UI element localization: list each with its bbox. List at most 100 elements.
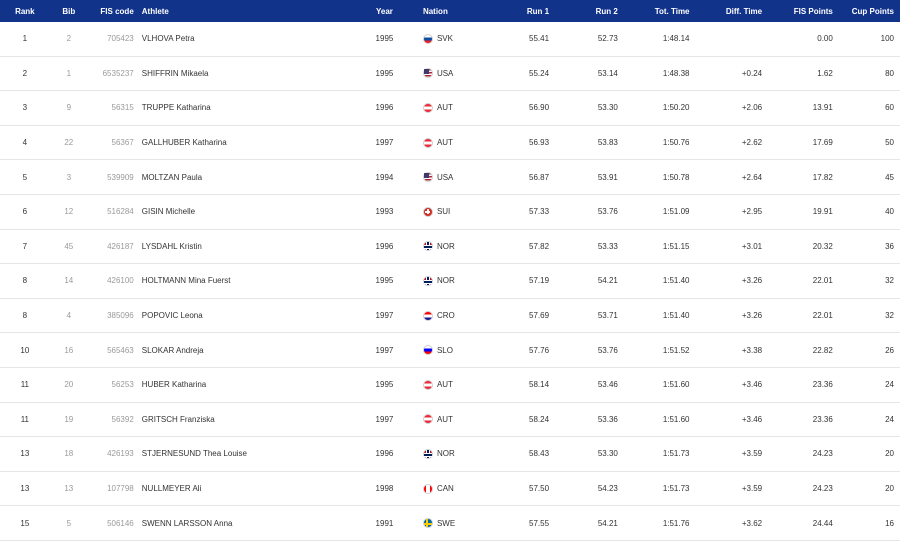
athlete-name[interactable]: MOLTZAN Paula — [138, 173, 352, 182]
table-row[interactable]: 8 4 385096 POPOVIC Leona 1997 CRO 57.69 53.71 1:… — [0, 299, 900, 334]
tot-time-cell: 1:50.76 — [662, 138, 690, 148]
table-row[interactable]: 3 9 56315 TRUPPE Katharina 1996 AUT 56.90 53.30… — [0, 91, 900, 126]
fis-code-cell: 426187 — [107, 241, 134, 251]
flag-swe-icon — [422, 518, 433, 529]
athlete-name[interactable]: STJERNESUND Thea Louise — [138, 449, 352, 458]
table-row[interactable]: 8 14 426100 HOLTMANN Mina Fuerst 1995 NOR 57.1… — [0, 264, 900, 299]
tot-time-cell: 1:51.52 — [662, 345, 690, 355]
athlete-name[interactable]: TRUPPE Katharina — [138, 103, 352, 112]
tot-time-cell: 1:51.09 — [662, 207, 690, 217]
bib-cell: 3 — [66, 172, 72, 182]
tot-time-cell: 1:48.14 — [662, 34, 690, 44]
athlete-name[interactable]: HOLTMANN Mina Fuerst — [138, 276, 352, 285]
athlete-name[interactable]: GRITSCH Franziska — [138, 415, 352, 424]
tot-time-cell: 1:51.73 — [662, 484, 690, 494]
nation-code: NOR — [436, 276, 455, 286]
run1-cell: 58.24 — [529, 414, 550, 424]
bib-cell: 45 — [64, 241, 74, 251]
run1-cell: 56.90 — [529, 103, 550, 113]
cup-points-cell: 45 — [885, 172, 894, 182]
table-row[interactable]: 13 18 426193 STJERNESUND Thea Louise 1996 NOR… — [0, 437, 900, 472]
header-cup-points[interactable]: Cup Points — [833, 7, 900, 16]
rank-cell: 1 — [22, 34, 28, 44]
run1-cell: 56.87 — [529, 172, 550, 182]
bib-cell: 18 — [64, 449, 74, 459]
athlete-name[interactable]: VLHOVA Petra — [138, 34, 352, 43]
bib-cell: 20 — [64, 380, 74, 390]
nation-cell: SVK — [417, 33, 486, 44]
rank-cell: 7 — [22, 241, 28, 251]
nation-code: SLO — [436, 345, 453, 355]
fis-points-cell: 17.69 — [812, 138, 833, 148]
run1-cell: 55.41 — [529, 34, 550, 44]
header-fis-points[interactable]: FIS Points — [762, 7, 833, 16]
cup-points-cell: 26 — [885, 345, 894, 355]
table-row[interactable]: 6 12 516284 GISIN Michelle 1993 SUI 57.33 53.76… — [0, 195, 900, 230]
athlete-name[interactable]: SWENN LARSSON Anna — [138, 519, 352, 528]
tot-time-cell: 1:51.60 — [662, 414, 690, 424]
table-row[interactable]: 11 19 56392 GRITSCH Franziska 1997 AUT 58.24 53… — [0, 403, 900, 438]
nation-cell: AUT — [417, 102, 486, 113]
table-row[interactable]: 11 20 56253 HUBER Katharina 1995 AUT 58.14 53.4… — [0, 368, 900, 403]
fis-points-cell: 23.36 — [812, 380, 833, 390]
run1-cell: 58.43 — [529, 449, 550, 459]
nation-code: SWE — [436, 518, 456, 528]
header-rank[interactable]: Rank — [0, 7, 50, 16]
nation-code: NOR — [436, 449, 455, 459]
diff-time-cell: +3.59 — [741, 449, 763, 459]
header-run2[interactable]: Run 2 — [549, 7, 618, 16]
run2-cell: 53.76 — [597, 207, 618, 217]
flag-slo-icon — [422, 345, 433, 356]
header-bib[interactable]: Bib — [50, 7, 88, 16]
athlete-name[interactable]: SLOKAR Andreja — [138, 346, 352, 355]
table-row[interactable]: 4 22 56367 GALLHUBER Katharina 1997 AUT 56.93 5… — [0, 126, 900, 161]
year-cell: 1993 — [375, 207, 394, 217]
header-nation[interactable]: Nation — [417, 7, 486, 16]
flag-aut-icon — [422, 414, 433, 425]
athlete-name[interactable]: SHIFFRIN Mikaela — [138, 69, 352, 78]
fis-code-cell: 56367 — [111, 138, 134, 148]
athlete-name[interactable]: POPOVIC Leona — [138, 311, 352, 320]
run2-cell: 53.83 — [597, 138, 618, 148]
nation-cell: NOR — [417, 241, 486, 252]
athlete-name[interactable]: GISIN Michelle — [138, 207, 352, 216]
header-tot-time[interactable]: Tot. Time — [618, 7, 690, 16]
run2-cell: 53.14 — [597, 68, 618, 78]
header-athlete[interactable]: Athlete — [138, 7, 352, 16]
flag-sui-icon — [422, 206, 433, 217]
year-cell: 1996 — [375, 449, 394, 459]
table-row[interactable]: 10 16 565463 SLOKAR Andreja 1997 SLO 57.76 53.7… — [0, 333, 900, 368]
table-row[interactable]: 5 3 539909 MOLTZAN Paula 1994 USA 56.87 53.91 1:… — [0, 160, 900, 195]
run1-cell: 57.55 — [529, 518, 550, 528]
tot-time-cell: 1:51.40 — [662, 276, 690, 286]
nation-code: USA — [436, 68, 454, 78]
year-cell: 1995 — [375, 276, 394, 286]
table-row[interactable]: 7 45 426187 LYSDAHL Kristin 1996 NOR 57.82 53.3… — [0, 230, 900, 265]
year-cell: 1997 — [375, 414, 394, 424]
fis-points-cell: 0.00 — [817, 34, 833, 44]
athlete-name[interactable]: HUBER Katharina — [138, 380, 352, 389]
nation-code: SVK — [436, 34, 453, 44]
rank-cell: 8 — [22, 311, 28, 321]
cup-points-cell: 50 — [885, 138, 894, 148]
bib-cell: 5 — [66, 518, 72, 528]
cup-points-cell: 36 — [885, 241, 894, 251]
header-fis-code[interactable]: FIS code — [88, 7, 138, 16]
fis-code-cell: 56253 — [111, 380, 134, 390]
athlete-name[interactable]: GALLHUBER Katharina — [138, 138, 352, 147]
rank-cell: 2 — [22, 68, 28, 78]
run1-cell: 55.24 — [529, 68, 550, 78]
table-row[interactable]: 1 2 705423 VLHOVA Petra 1995 SVK 55.41 52.73 1:4… — [0, 22, 900, 57]
athlete-name[interactable]: NULLMEYER Ali — [138, 484, 352, 493]
nation-code: AUT — [436, 103, 453, 113]
year-cell: 1997 — [375, 138, 394, 148]
flag-nor-icon — [422, 448, 433, 459]
header-run1[interactable]: Run 1 — [486, 7, 549, 16]
run1-cell: 57.82 — [529, 241, 550, 251]
athlete-name[interactable]: LYSDAHL Kristin — [138, 242, 352, 251]
table-row[interactable]: 15 5 506146 SWENN LARSSON Anna 1991 SWE 57.55 5… — [0, 506, 900, 541]
table-row[interactable]: 2 1 6535237 SHIFFRIN Mikaela 1995 USA 55.24 53.… — [0, 57, 900, 92]
header-year[interactable]: Year — [352, 7, 417, 16]
header-diff-time[interactable]: Diff. Time — [690, 7, 762, 16]
table-row[interactable]: 13 13 107798 NULLMEYER Ali 1998 CAN 57.50 54.23… — [0, 472, 900, 507]
